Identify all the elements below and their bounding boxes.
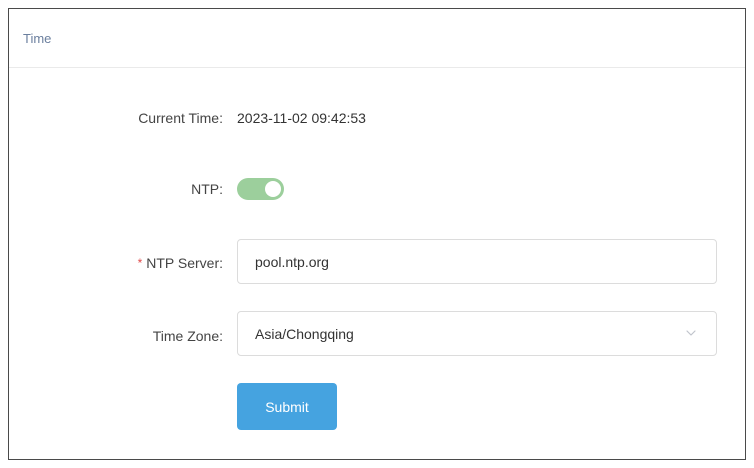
ntp-label: NTP: xyxy=(191,181,223,197)
submit-button[interactable]: Submit xyxy=(237,383,337,430)
ntp-toggle[interactable] xyxy=(237,178,284,200)
time-zone-label: Time Zone: xyxy=(152,328,223,344)
required-mark: * xyxy=(137,256,143,270)
toggle-knob xyxy=(265,181,281,197)
ntp-server-label-text: NTP Server: xyxy=(146,255,223,271)
ntp-server-label: * NTP Server: xyxy=(138,255,223,271)
time-zone-selected-value: Asia/Chongqing xyxy=(255,325,354,342)
current-time-label: Current Time: xyxy=(138,110,223,126)
ntp-server-input[interactable] xyxy=(237,239,717,284)
panel-title: Time xyxy=(23,30,52,46)
panel-header: Time xyxy=(9,9,745,68)
time-zone-select[interactable]: Asia/Chongqing xyxy=(237,311,717,356)
current-time-value: 2023-11-02 09:42:53 xyxy=(237,110,366,126)
chevron-down-icon xyxy=(686,330,696,336)
time-settings-panel: Time Current Time: 2023-11-02 09:42:53 N… xyxy=(8,8,746,460)
